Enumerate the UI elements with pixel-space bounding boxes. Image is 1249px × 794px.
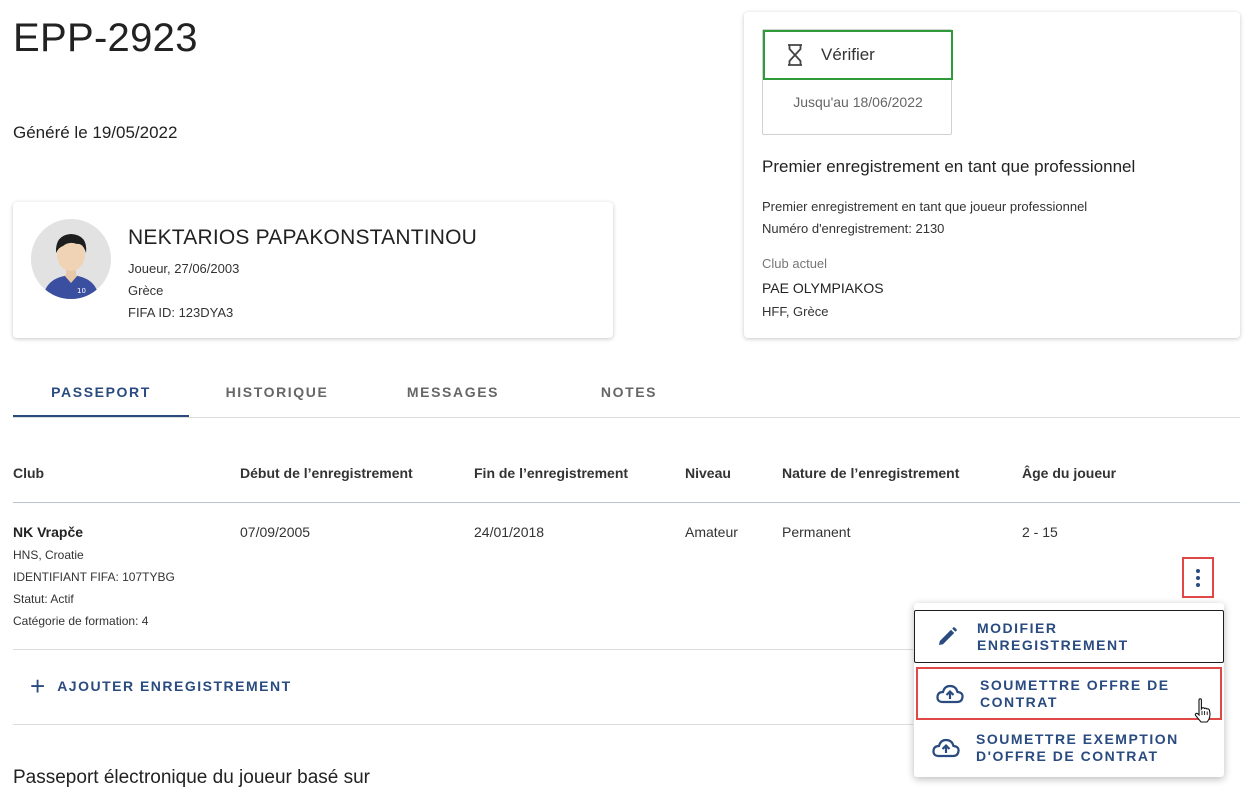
row-level: Amateur	[685, 524, 738, 540]
status-heading: Premier enregistrement en tant que profe…	[762, 157, 1136, 176]
row-age-range: 2 - 15	[1022, 524, 1058, 540]
generated-date: Généré le 19/05/2022	[13, 123, 178, 142]
tab-notes[interactable]: NOTES	[541, 384, 717, 400]
section-title: Passeport électronique du joueur basé su…	[13, 767, 371, 788]
column-header-club: Club	[13, 465, 45, 481]
menu-item-label: SOUMETTRE EXEMPTION D'OFFRE DE CONTRAT	[976, 730, 1179, 764]
avatar: 10	[31, 219, 111, 299]
more-vertical-icon-dot	[1196, 568, 1200, 573]
menu-item-label: SOUMETTRE OFFRE DE CONTRAT	[980, 676, 1170, 710]
verify-deadline: Jusqu'au 18/06/2022	[793, 94, 923, 110]
status-detail: Premier enregistrement en tant que joueu…	[762, 199, 1088, 214]
current-club-name: PAE OLYMPIAKOS	[762, 280, 884, 296]
tab-historique[interactable]: HISTORIQUE	[189, 384, 365, 400]
registration-number: Numéro d'enregistrement: 2130	[762, 221, 945, 236]
row-club-status: Statut: Actif	[13, 592, 74, 606]
cloud-upload-icon	[936, 682, 964, 706]
verify-label: Vérifier	[821, 45, 875, 64]
tab-passeport[interactable]: PASSEPORT	[13, 384, 189, 400]
row-actions-menu: MODIFIER ENREGISTREMENT SOUMETTRE OFFRE …	[914, 603, 1224, 777]
current-club-label: Club actuel	[762, 256, 828, 271]
table-header-divider	[13, 502, 1240, 503]
player-avatar-icon: 10	[31, 219, 111, 299]
row-club-fifa-id: IDENTIFIANT FIFA: 107TYBG	[13, 570, 175, 584]
tab-messages[interactable]: MESSAGES	[365, 384, 541, 400]
row-divider	[13, 649, 913, 650]
row-actions-button[interactable]	[1182, 557, 1214, 598]
menu-item-submit-contract-exemption[interactable]: SOUMETTRE EXEMPTION D'OFFRE DE CONTRAT	[914, 721, 1224, 774]
player-country: Grèce	[128, 283, 164, 298]
row-nature: Permanent	[782, 524, 851, 540]
verify-box: Vérifier Jusqu'au 18/06/2022	[762, 29, 953, 135]
active-tab-indicator	[13, 415, 189, 417]
column-header-level: Niveau	[685, 465, 731, 481]
svg-text:10: 10	[77, 287, 86, 295]
cloud-upload-icon	[932, 736, 960, 760]
player-name: NEKTARIOS PAPAKONSTANTINOU	[128, 226, 478, 249]
pencil-icon	[933, 625, 961, 649]
player-card: 10 NEKTARIOS PAPAKONSTANTINOU Joueur, 27…	[13, 202, 613, 338]
row-club-association: HNS, Croatie	[13, 548, 84, 562]
plus-icon: +	[30, 671, 46, 701]
hourglass-icon	[788, 44, 802, 66]
row-club-name: NK Vrapče	[13, 524, 84, 540]
player-fifa-id: FIFA ID: 123DYA3	[128, 305, 234, 320]
column-header-end: Fin de l’enregistrement	[474, 465, 629, 481]
add-registration-label: AJOUTER ENREGISTREMENT	[57, 678, 292, 694]
registration-status-card: Vérifier Jusqu'au 18/06/2022 Premier enr…	[744, 12, 1240, 338]
hand-pointer-icon	[1194, 698, 1211, 723]
verify-status[interactable]: Vérifier	[763, 30, 953, 80]
column-header-nature: Nature de l’enregistrement	[782, 465, 960, 481]
more-vertical-icon-dot	[1196, 582, 1200, 587]
current-club-association: HFF, Grèce	[762, 304, 829, 319]
player-role-dob: Joueur, 27/06/2003	[128, 261, 240, 276]
tab-bar: PASSEPORT HISTORIQUE MESSAGES NOTES	[13, 372, 1240, 418]
row-end-date: 24/01/2018	[474, 524, 545, 540]
section-divider	[13, 724, 913, 725]
menu-item-submit-contract-offer[interactable]: SOUMETTRE OFFRE DE CONTRAT	[916, 667, 1222, 720]
column-header-age: Âge du joueur	[1022, 465, 1117, 481]
menu-item-edit-registration[interactable]: MODIFIER ENREGISTREMENT	[914, 610, 1224, 663]
row-start-date: 07/09/2005	[240, 524, 311, 540]
page-title: EPP-2923	[13, 16, 198, 60]
row-club-category: Catégorie de formation: 4	[13, 614, 149, 628]
add-registration-button[interactable]: + AJOUTER ENREGISTREMENT	[30, 671, 292, 701]
more-vertical-icon-dot	[1196, 575, 1200, 580]
column-header-start: Début de l’enregistrement	[240, 465, 413, 481]
menu-item-label: MODIFIER ENREGISTREMENT	[977, 619, 1129, 653]
